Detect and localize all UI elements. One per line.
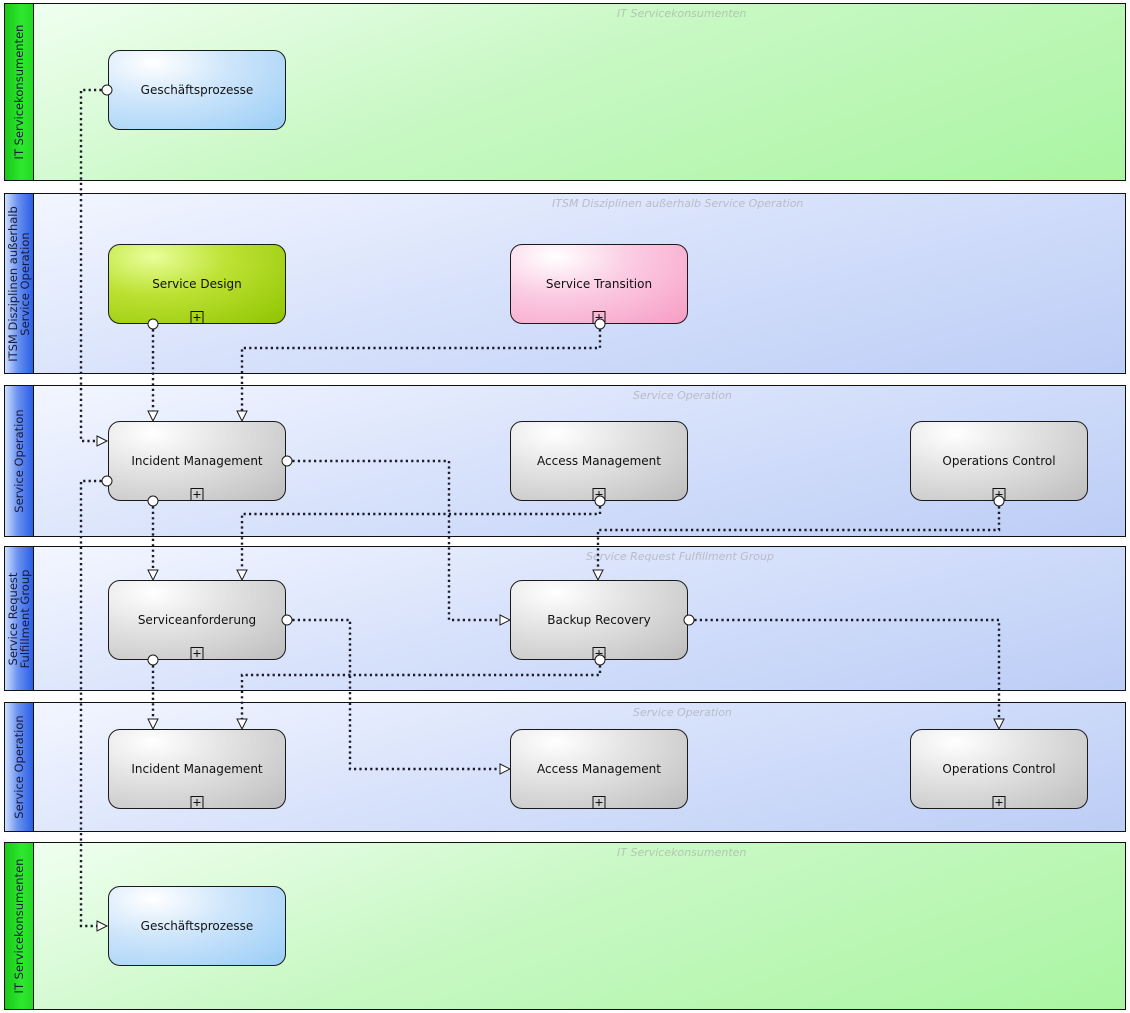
lane-header-label: Service Operation: [12, 715, 26, 819]
task-label: Access Management: [537, 762, 661, 776]
task-backup-recovery[interactable]: Backup Recovery: [510, 580, 688, 660]
lane-header-label: ITSM Disziplinen außerhalb Service Opera…: [6, 205, 32, 362]
task-label: Geschäftsprozesse: [140, 919, 254, 933]
task-label: Incident Management: [131, 454, 263, 468]
lane-header[interactable]: IT Servicekonsumenten: [5, 4, 34, 180]
task-geschaeftsprozesse-top[interactable]: Geschäftsprozesse: [108, 50, 286, 130]
task-label: Incident Management: [131, 762, 263, 776]
task-incident-management-1[interactable]: Incident Management: [108, 421, 286, 501]
task-access-management-2[interactable]: Access Management: [510, 729, 688, 809]
lane-watermark: IT Servicekonsumenten: [617, 846, 747, 859]
task-label: Operations Control: [942, 762, 1056, 776]
task-geschaeftsprozesse-bottom[interactable]: Geschäftsprozesse: [108, 886, 286, 966]
expand-subprocess-icon[interactable]: [992, 796, 1006, 809]
lane-watermark: Service Operation: [633, 706, 732, 719]
lane-watermark: IT Servicekonsumenten: [617, 7, 747, 20]
task-label: Service Design: [152, 277, 242, 291]
expand-subprocess-icon[interactable]: [190, 311, 204, 324]
task-service-transition[interactable]: Service Transition: [510, 244, 688, 324]
lane-header[interactable]: ITSM Disziplinen außerhalb Service Opera…: [5, 194, 34, 373]
lane-header[interactable]: Service Request Fulfillment Group: [5, 547, 34, 690]
expand-subprocess-icon[interactable]: [190, 488, 204, 501]
lane-header-label: IT Servicekonsumenten: [12, 24, 26, 160]
lane-header[interactable]: Service Operation: [5, 386, 34, 536]
lane-header[interactable]: Service Operation: [5, 703, 34, 831]
task-operations-control-2[interactable]: Operations Control: [910, 729, 1088, 809]
expand-subprocess-icon[interactable]: [190, 647, 204, 660]
task-access-management-1[interactable]: Access Management: [510, 421, 688, 501]
expand-subprocess-icon[interactable]: [592, 311, 606, 324]
task-operations-control-1[interactable]: Operations Control: [910, 421, 1088, 501]
expand-subprocess-icon[interactable]: [190, 796, 204, 809]
lane-header-label: Service Operation: [12, 409, 26, 513]
task-label: Service Transition: [545, 277, 653, 291]
expand-subprocess-icon[interactable]: [592, 488, 606, 501]
expand-subprocess-icon[interactable]: [592, 647, 606, 660]
task-serviceanforderung[interactable]: Serviceanforderung: [108, 580, 286, 660]
task-label: Operations Control: [942, 454, 1056, 468]
task-label: Geschäftsprozesse: [140, 83, 254, 97]
task-label: Serviceanforderung: [137, 613, 257, 627]
task-label: Backup Recovery: [547, 613, 651, 627]
expand-subprocess-icon[interactable]: [592, 796, 606, 809]
lane-header-label: Service Request Fulfillment Group: [6, 569, 32, 668]
task-service-design[interactable]: Service Design: [108, 244, 286, 324]
lane-watermark: ITSM Disziplinen außerhalb Service Opera…: [552, 197, 804, 210]
task-label: Access Management: [537, 454, 661, 468]
task-incident-management-2[interactable]: Incident Management: [108, 729, 286, 809]
lane-watermark: Service Operation: [633, 389, 732, 402]
expand-subprocess-icon[interactable]: [992, 488, 1006, 501]
lane-header-label: IT Servicekonsumenten: [12, 858, 26, 994]
lane-watermark: Service Request Fulfillment Group: [586, 550, 774, 563]
lane-header[interactable]: IT Servicekonsumenten: [5, 843, 34, 1009]
